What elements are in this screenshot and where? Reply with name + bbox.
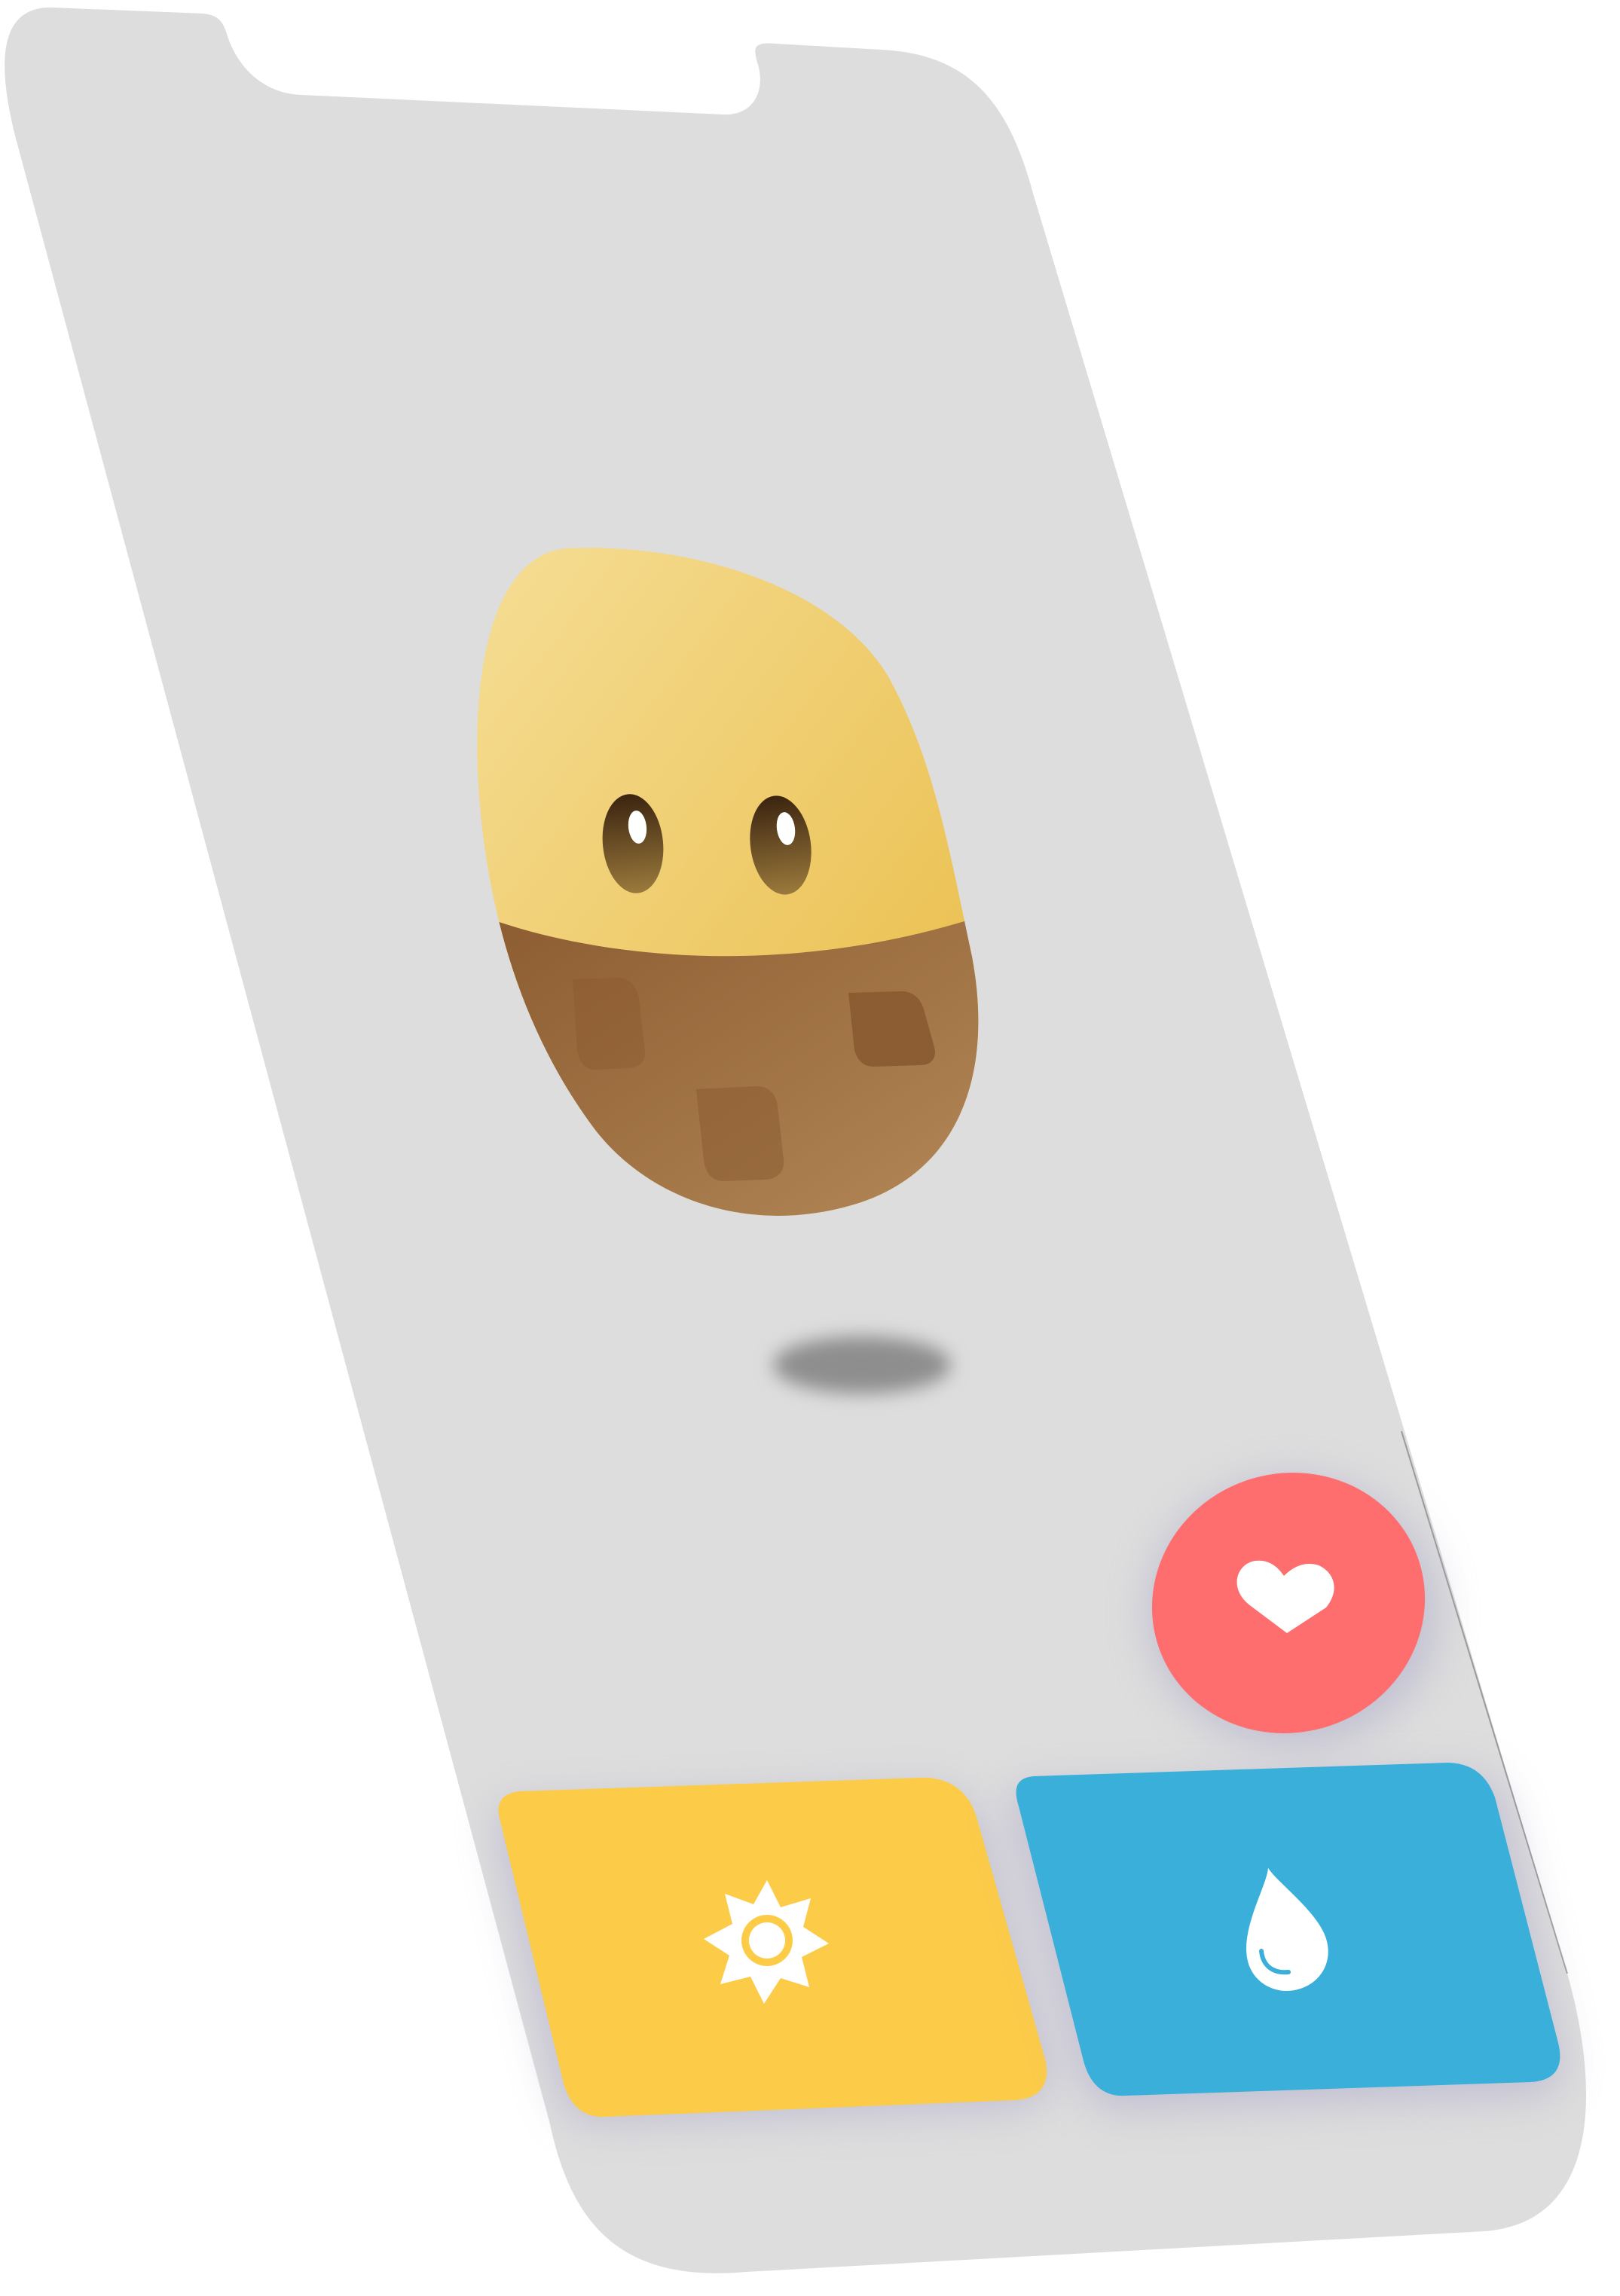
potato-spot xyxy=(573,978,646,1070)
sun-button[interactable] xyxy=(497,1777,1050,2122)
phone-scene xyxy=(5,7,1587,2273)
app-stage xyxy=(0,0,1620,2296)
water-button[interactable] xyxy=(1010,1763,1562,2110)
potato-spot xyxy=(696,1086,784,1181)
potato-shadow xyxy=(773,1336,951,1394)
